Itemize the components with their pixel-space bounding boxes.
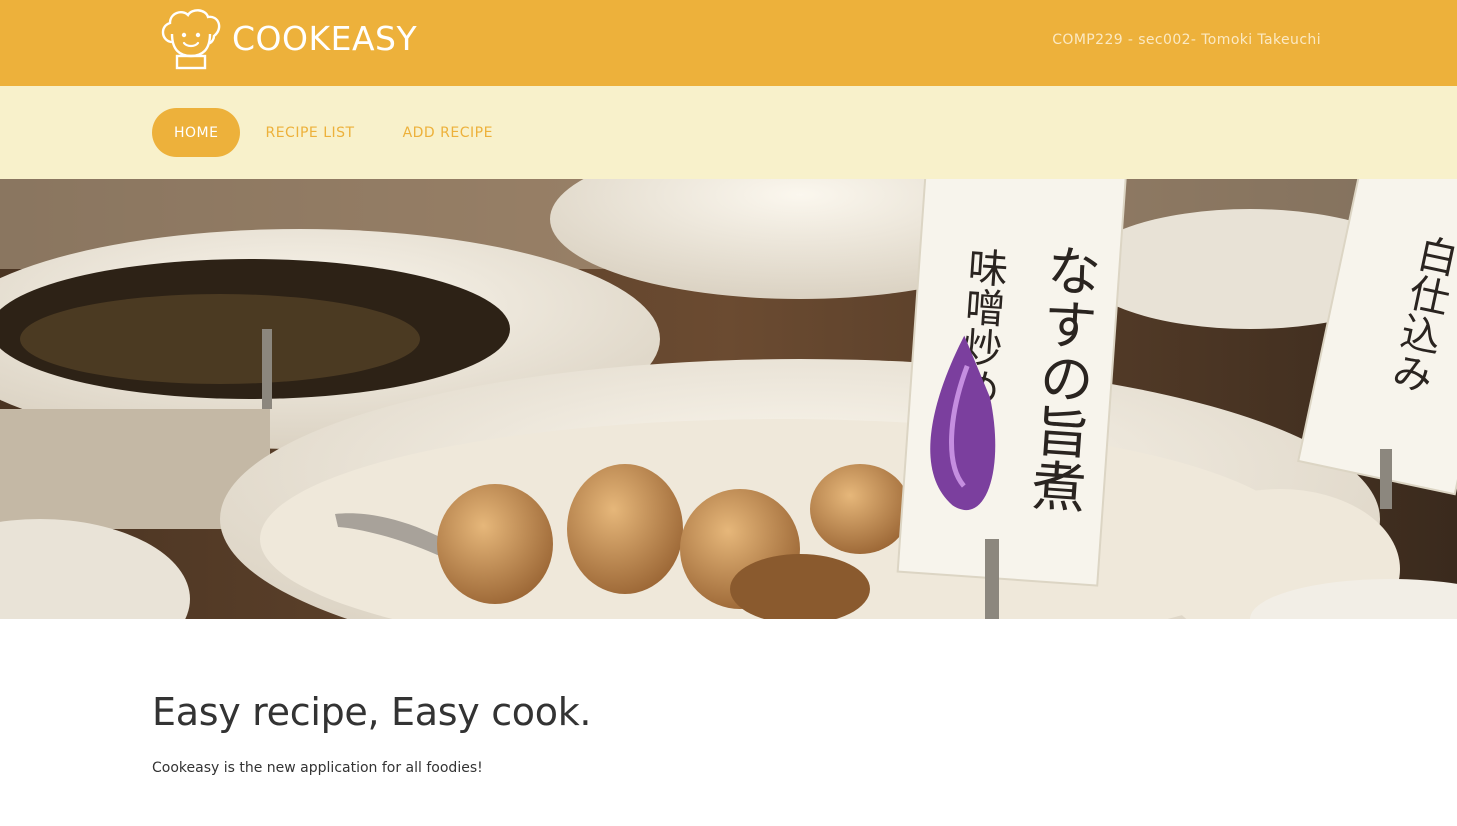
chef-hat-face-icon [161, 9, 221, 70]
hero-image: なすの旨煮 味噌炒め 白仕込み [0, 179, 1457, 619]
top-header: COOKEASY COMP229 - sec002- Tomoki Takeuc… [0, 0, 1457, 86]
nav-list: HOME RECIPE LIST ADD RECIPE [152, 108, 516, 157]
nav-item-add-recipe[interactable]: ADD RECIPE [380, 108, 516, 157]
course-byline: COMP229 - sec002- Tomoki Takeuchi [1052, 32, 1321, 48]
food-display-photo: なすの旨煮 味噌炒め 白仕込み [0, 179, 1457, 619]
page-headline: Easy recipe, Easy cook. [152, 690, 592, 734]
brand-link[interactable]: COOKEASY [158, 6, 417, 70]
nav-item-recipe-list[interactable]: RECIPE LIST [242, 108, 377, 157]
main-content: Easy recipe, Easy cook. Cookeasy is the … [152, 690, 591, 776]
nav-item-home[interactable]: HOME [152, 108, 241, 157]
page-tagline: Cookeasy is the new application for all … [152, 760, 483, 776]
main-navigation: HOME RECIPE LIST ADD RECIPE [0, 86, 1457, 179]
brand-name[interactable]: COOKEASY [232, 19, 417, 58]
